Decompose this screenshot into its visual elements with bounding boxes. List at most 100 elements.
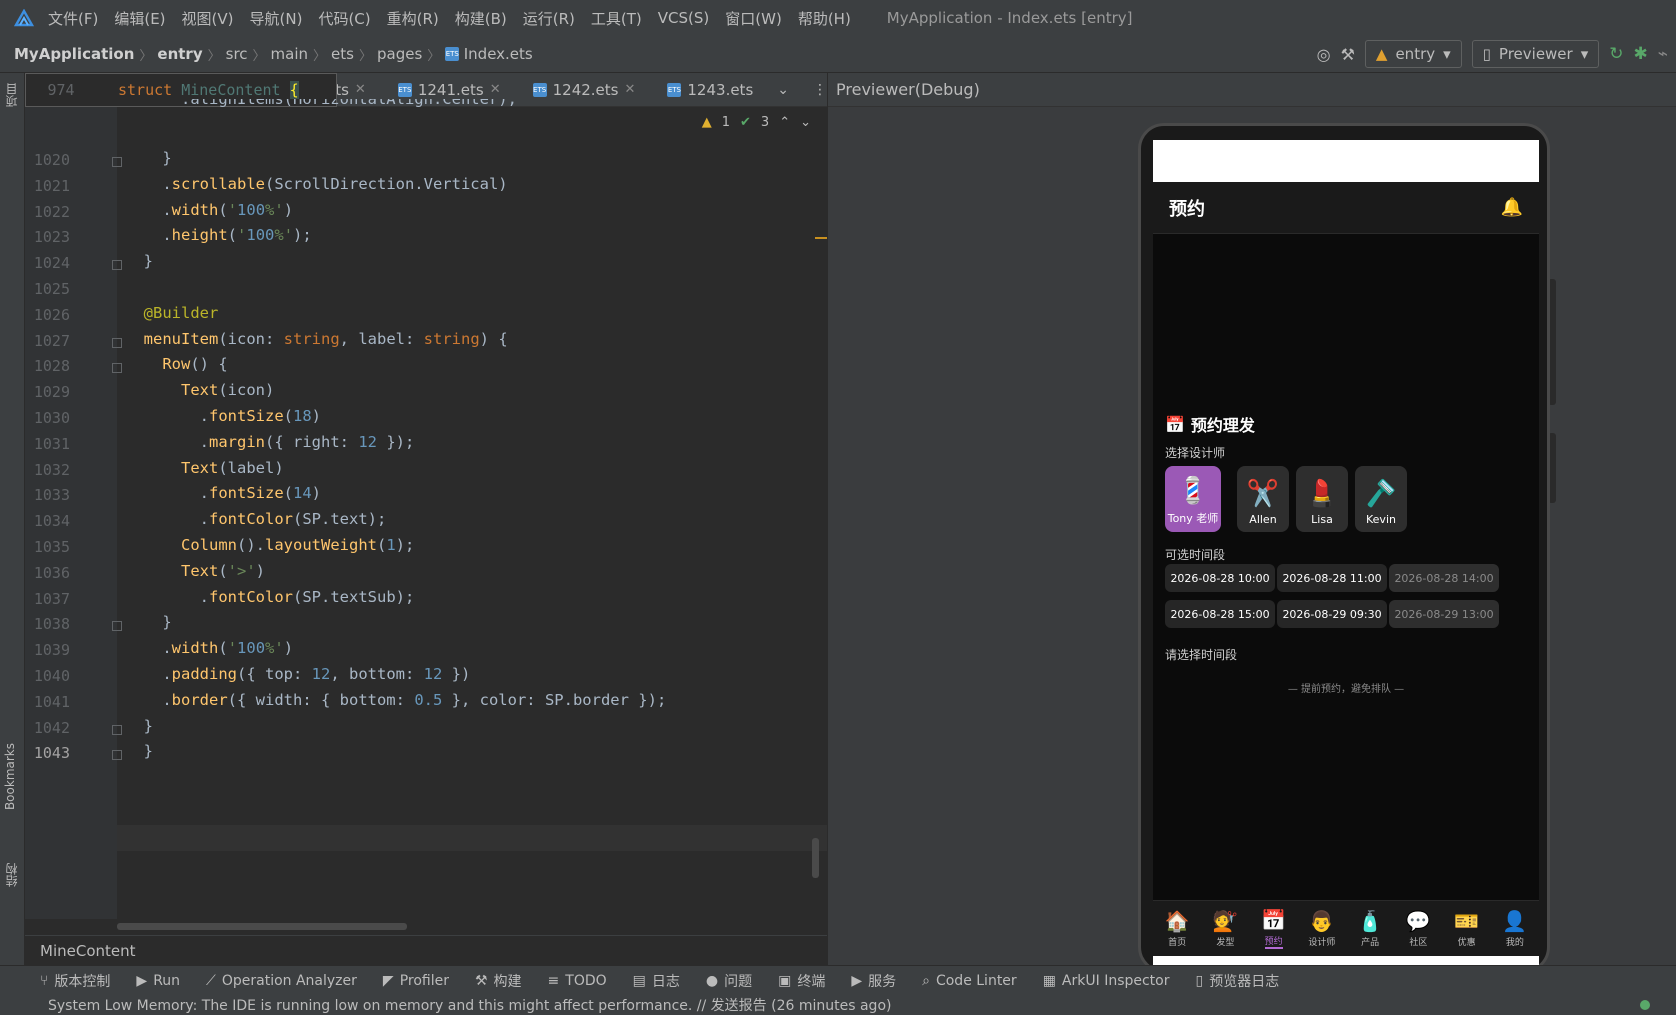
device-select[interactable]: ▯ Previewer ▾ xyxy=(1471,40,1600,68)
code-line: Text(icon) xyxy=(181,381,275,400)
fold-marker-icon[interactable] xyxy=(112,724,122,735)
code-editor[interactable]: 51.ets✕ ETS1241.ets✕ ETS1242.ets✕ ETS124… xyxy=(25,73,827,935)
tab-home[interactable]: 🏠 首页 xyxy=(1153,901,1201,956)
slots-label: 可选时间段 xyxy=(1165,548,1226,562)
menu-refactor[interactable]: 重构(R) xyxy=(387,8,439,29)
tab-products[interactable]: 🧴 产品 xyxy=(1346,901,1394,956)
rerun-icon[interactable]: ↻ xyxy=(1609,44,1623,64)
time-slot[interactable]: 2026-08-28 15:00 xyxy=(1165,600,1275,628)
ets-file-icon: ETS xyxy=(445,47,460,61)
designer-card-allen[interactable]: ✂️ Allen xyxy=(1237,466,1289,532)
magnifier-icon: ⌕ xyxy=(922,972,930,989)
close-icon[interactable]: ✕ xyxy=(490,82,501,97)
scissors-icon: ✂️ xyxy=(1246,479,1280,509)
tab-1242-ets[interactable]: ETS 1242.ets ✕ xyxy=(517,73,652,107)
tool-log[interactable]: ▤ 日志 xyxy=(633,971,680,991)
menu-view[interactable]: 视图(V) xyxy=(182,8,234,29)
tool-problems[interactable]: ● 问题 xyxy=(706,971,752,991)
attach-icon[interactable]: ⌁ xyxy=(1658,44,1668,64)
tool-arkui-inspector[interactable]: ▦ ArkUI Inspector xyxy=(1043,973,1170,989)
fold-marker-icon[interactable] xyxy=(112,157,122,167)
tab-coupons[interactable]: 🎫 优惠 xyxy=(1443,901,1491,956)
check-icon: ✔ xyxy=(740,115,751,130)
breadcrumb-pages[interactable]: pages xyxy=(377,45,422,63)
current-line-highlight xyxy=(117,825,827,851)
tab-community[interactable]: 💬 社区 xyxy=(1394,901,1442,956)
tool-operation-analyzer[interactable]: ⟋ Operation Analyzer xyxy=(206,973,357,989)
warning-count: 1 xyxy=(721,115,730,130)
tool-run[interactable]: ▶ Run xyxy=(136,973,180,989)
breadcrumb-file[interactable]: Index.ets xyxy=(464,45,533,63)
time-slot-unavailable: 2026-08-29 13:00 xyxy=(1389,600,1499,628)
close-icon[interactable]: ✕ xyxy=(355,82,366,97)
menu-code[interactable]: 代码(C) xyxy=(318,8,370,29)
menu-run[interactable]: 运行(R) xyxy=(523,8,575,29)
locate-icon[interactable]: ◎ xyxy=(1317,45,1331,64)
designer-card-lisa[interactable]: 💄 Lisa xyxy=(1296,466,1348,532)
debug-icon[interactable]: ✱ xyxy=(1634,44,1648,64)
bell-icon[interactable]: 🔔 xyxy=(1501,197,1523,218)
tab-1243-ets[interactable]: ETS 1243.ets xyxy=(651,73,769,107)
tool-vcs[interactable]: ⑂ 版本控制 xyxy=(40,971,110,991)
tab-mine[interactable]: 👤 我的 xyxy=(1491,901,1539,956)
more-icon[interactable]: ⋮ xyxy=(813,82,827,98)
menu-tools[interactable]: 工具(T) xyxy=(591,8,642,29)
menu-vcs[interactable]: VCS(S) xyxy=(658,9,709,27)
tool-build[interactable]: ⚒ 构建 xyxy=(475,971,522,991)
menu-edit[interactable]: 编辑(E) xyxy=(114,8,165,29)
time-slot[interactable]: 2026-08-28 11:00 xyxy=(1277,564,1387,592)
breadcrumb-main[interactable]: main xyxy=(271,45,308,63)
module-select[interactable]: ▲ entry ▾ xyxy=(1364,40,1462,68)
editor-scrollbar-horizontal[interactable] xyxy=(117,923,407,930)
phone-screen[interactable]: 预约 🔔 📅 预约理发 选择设计师 💈 Tony 老师 ✂️ Allen 💄 L… xyxy=(1153,140,1539,970)
tool-services[interactable]: ▶ 服务 xyxy=(851,971,896,991)
fold-marker-icon[interactable] xyxy=(112,337,122,348)
menu-window[interactable]: 窗口(W) xyxy=(725,8,782,29)
status-bar-ide: System Low Memory: The IDE is running lo… xyxy=(0,995,1676,1015)
designer-card-kevin[interactable]: 🪒 Kevin xyxy=(1355,466,1407,532)
breadcrumb-ets[interactable]: ets xyxy=(331,45,354,63)
tab-booking[interactable]: 📅 预约 xyxy=(1250,901,1298,956)
fold-marker-icon[interactable] xyxy=(112,260,122,271)
breadcrumb-module[interactable]: entry xyxy=(157,45,202,63)
tool-terminal[interactable]: ▣ 终端 xyxy=(778,971,825,991)
tool-todo[interactable]: ≡ TODO xyxy=(548,973,607,989)
tool-label: 问题 xyxy=(724,973,753,990)
designer-card-tony[interactable]: 💈 Tony 老师 xyxy=(1165,466,1221,532)
line-number: 1043 xyxy=(33,744,70,763)
tool-previewer-log[interactable]: ▯ 预览器日志 xyxy=(1196,971,1280,991)
tab-hairstyle[interactable]: 💇 发型 xyxy=(1201,901,1249,956)
tabs-overflow-icon[interactable]: ⌄ xyxy=(777,82,789,98)
close-icon[interactable]: ✕ xyxy=(624,82,635,97)
bottom-tool-bar: ⑂ 版本控制 ▶ Run ⟋ Operation Analyzer ◤ Profiler… xyxy=(0,965,1676,995)
breadcrumb-project[interactable]: MyApplication xyxy=(14,45,134,63)
phone-frame: 预约 🔔 📅 预约理发 选择设计师 💈 Tony 老师 ✂️ Allen 💄 L… xyxy=(1138,123,1550,973)
time-slot[interactable]: 2026-08-29 09:30 xyxy=(1277,600,1387,628)
hammer-icon[interactable]: ⚒ xyxy=(1341,45,1355,64)
phone-icon: ▯ xyxy=(1482,45,1491,63)
status-message[interactable]: System Low Memory: The IDE is running lo… xyxy=(48,995,891,1015)
fold-marker-icon[interactable] xyxy=(112,750,122,761)
inspection-widget[interactable]: ▲ 1 ✔ 3 ⌃ ⌄ xyxy=(702,115,811,130)
menu-help[interactable]: 帮助(H) xyxy=(798,8,851,29)
project-tool-tab[interactable]: 项目 xyxy=(3,83,20,107)
menu-file[interactable]: 文件(F) xyxy=(48,8,98,29)
structure-tool-tab[interactable]: 结构 xyxy=(3,863,20,887)
fold-marker-icon[interactable] xyxy=(112,621,122,632)
tool-code-linter[interactable]: ⌕ Code Linter xyxy=(922,973,1017,989)
breadcrumb-src[interactable]: src xyxy=(226,45,248,63)
breadcrumb-scope[interactable]: MineContent xyxy=(40,942,136,960)
menu-build[interactable]: 构建(B) xyxy=(455,8,507,29)
tool-profiler[interactable]: ◤ Profiler xyxy=(383,973,449,989)
next-highlight-icon[interactable]: ⌄ xyxy=(800,115,811,130)
editor-scrollbar-vertical[interactable] xyxy=(812,838,819,878)
fold-marker-icon[interactable] xyxy=(112,363,122,374)
time-slot[interactable]: 2026-08-28 10:00 xyxy=(1165,564,1275,592)
menu-navigate[interactable]: 导航(N) xyxy=(250,8,303,29)
error-stripe-marker[interactable] xyxy=(815,237,827,239)
prev-highlight-icon[interactable]: ⌃ xyxy=(779,115,790,130)
bookmarks-tool-tab[interactable]: Bookmarks xyxy=(3,743,17,810)
navigation-bar: MyApplication 〉 entry 〉 src 〉 main 〉 ets 〉 pa… xyxy=(0,36,1676,73)
sticky-line-number: 974 xyxy=(47,81,75,99)
tab-designer[interactable]: 👨 设计师 xyxy=(1298,901,1346,956)
